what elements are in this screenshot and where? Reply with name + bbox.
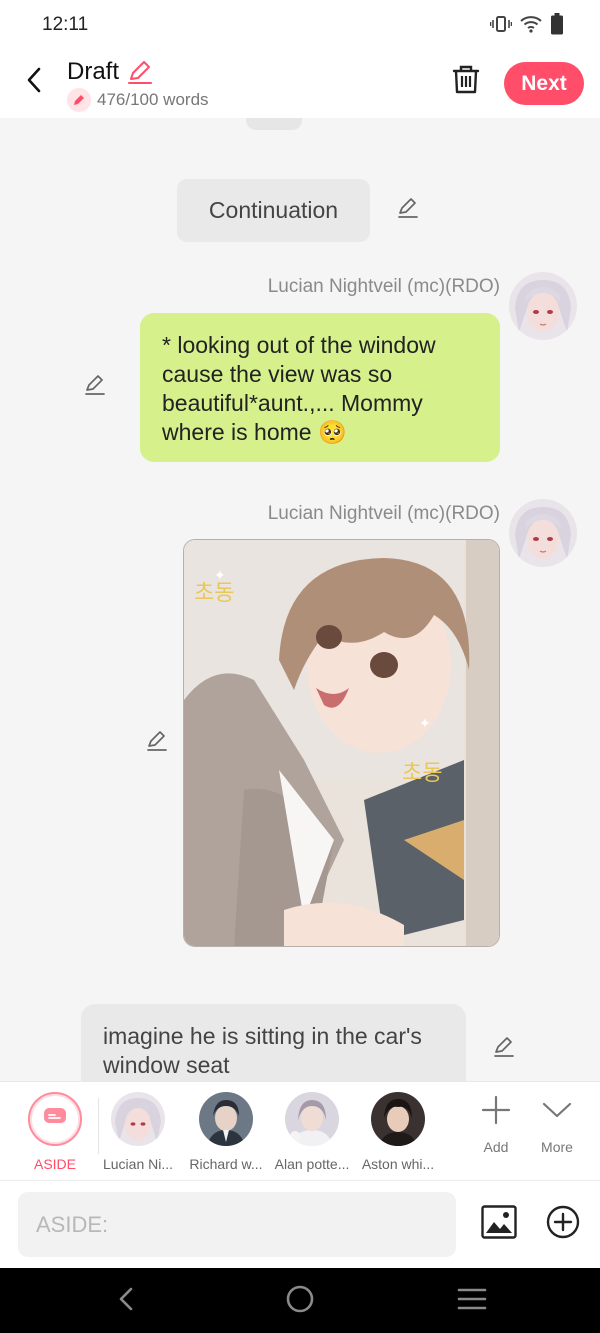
character-alan[interactable]: Alan potte... <box>272 1092 352 1172</box>
chat-bubble-icon <box>43 1107 67 1132</box>
character-name: Lucian Ni... <box>102 1156 174 1172</box>
nav-menu-icon <box>457 1287 487 1316</box>
svg-text:초동: 초동 <box>402 761 442 786</box>
user-message-bubble[interactable]: * looking out of the window cause the vi… <box>140 313 500 462</box>
narration-bubble[interactable]: imagine he is sitting in the car's windo… <box>81 1004 466 1081</box>
avatar[interactable] <box>509 272 577 340</box>
chevron-down-icon <box>541 1094 573 1131</box>
avatar <box>111 1092 165 1146</box>
header: Draft 476/100 words Next <box>0 50 600 118</box>
edit-narration-button[interactable] <box>491 1036 517 1062</box>
character-lucian[interactable]: Lucian Ni... <box>98 1092 178 1172</box>
image-message[interactable]: 초동 초동 ✦ ✦ <box>183 539 500 947</box>
plus-icon <box>480 1094 512 1131</box>
input-bar <box>0 1180 600 1268</box>
avatar[interactable] <box>509 499 577 567</box>
back-button[interactable] <box>16 62 52 102</box>
pencil-icon <box>145 729 169 758</box>
chat-area[interactable]: Continuation Lucian Nightveil (mc)(RDO) … <box>0 118 600 1081</box>
nav-menu-button[interactable] <box>452 1284 492 1318</box>
character-name: Alan potte... <box>274 1156 350 1172</box>
character-name: Richard w... <box>189 1156 263 1172</box>
edit-image-button[interactable] <box>144 730 170 756</box>
edit-message-button[interactable] <box>82 374 108 400</box>
page-title: Draft <box>67 58 120 85</box>
trash-icon <box>452 65 480 100</box>
svg-text:✦: ✦ <box>419 715 431 731</box>
nav-home-icon <box>285 1284 315 1319</box>
add-label: Add <box>483 1139 509 1155</box>
status-time: 12:11 <box>42 14 89 35</box>
pencil-icon <box>492 1035 516 1064</box>
circle-plus-icon <box>546 1205 580 1244</box>
pencil-icon <box>396 196 420 225</box>
aside-input[interactable] <box>18 1192 456 1257</box>
aside-button[interactable]: ASIDE <box>15 1092 95 1172</box>
nav-back-button[interactable] <box>106 1284 146 1318</box>
more-label: More <box>541 1139 573 1155</box>
word-count: 476/100 words <box>67 88 209 112</box>
character-richard[interactable]: Richard w... <box>186 1092 266 1172</box>
character-selector: ASIDE Lucian Ni... Richard w... Alan pot… <box>0 1081 600 1180</box>
battery-icon <box>550 13 564 40</box>
pencil-icon <box>67 88 91 112</box>
edit-title-button[interactable] <box>126 59 154 90</box>
image-icon <box>481 1204 517 1244</box>
nav-back-icon <box>116 1285 136 1318</box>
svg-text:✦: ✦ <box>214 567 226 583</box>
wifi-icon <box>520 15 542 38</box>
avatar <box>285 1092 339 1146</box>
word-count-text: 476/100 words <box>97 90 209 109</box>
character-aston[interactable]: Aston whi... <box>358 1092 438 1172</box>
status-bar: 12:11 <box>0 0 600 50</box>
status-icons <box>489 13 564 40</box>
continuation-bubble[interactable]: Continuation <box>177 179 370 242</box>
nav-home-button[interactable] <box>280 1284 320 1318</box>
previous-message-stub <box>246 118 302 130</box>
svg-text:초동: 초동 <box>194 581 234 606</box>
character-name: Aston whi... <box>361 1156 435 1172</box>
aside-avatar <box>28 1092 82 1146</box>
back-arrow-icon <box>24 66 44 99</box>
vibrate-icon <box>489 14 513 39</box>
next-button[interactable]: Next <box>504 62 584 105</box>
sender-name: Lucian Nightveil (mc)(RDO) <box>267 276 500 297</box>
more-characters-button[interactable]: More <box>527 1094 587 1155</box>
avatar <box>199 1092 253 1146</box>
aside-label: ASIDE <box>33 1156 76 1172</box>
insert-image-button[interactable] <box>480 1204 518 1244</box>
system-nav-bar <box>0 1268 600 1333</box>
delete-button[interactable] <box>450 64 482 100</box>
pencil-icon <box>126 61 154 89</box>
add-content-button[interactable] <box>544 1205 582 1243</box>
avatar <box>371 1092 425 1146</box>
add-character-button[interactable]: Add <box>466 1094 526 1155</box>
sender-name: Lucian Nightveil (mc)(RDO) <box>267 503 500 524</box>
pencil-icon <box>83 373 107 402</box>
edit-continuation-button[interactable] <box>395 197 421 223</box>
